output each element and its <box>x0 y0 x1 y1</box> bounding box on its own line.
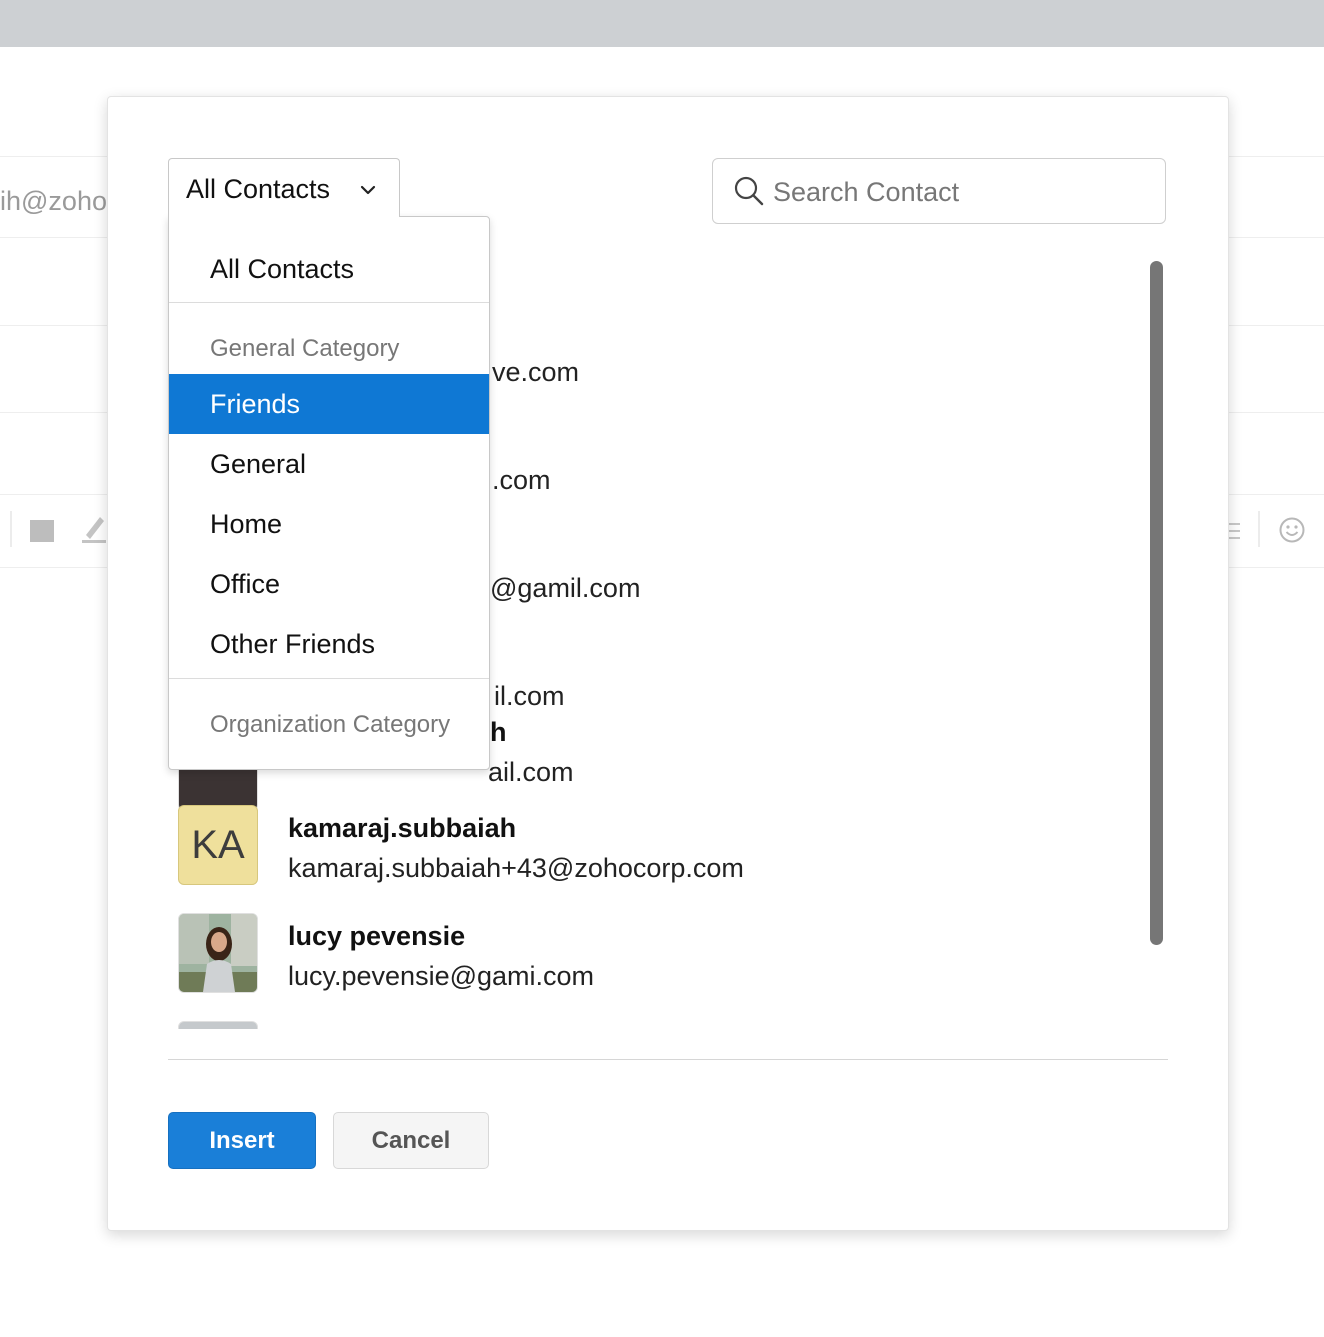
footer-divider <box>168 1059 1168 1060</box>
contact-avatar-photo <box>178 913 258 993</box>
contact-name: kamaraj.subbaiah <box>288 813 517 843</box>
dropdown-selected-label: All Contacts <box>186 174 331 204</box>
menu-item-friends[interactable]: Friends <box>169 374 489 434</box>
emoji-icon[interactable] <box>1279 517 1305 543</box>
toolbar-separator <box>10 511 12 547</box>
menu-item-all-contacts[interactable]: All Contacts <box>169 239 489 299</box>
contact-name: h <box>490 717 507 747</box>
search-icon <box>734 176 764 206</box>
menu-category-organization: Organization Category <box>210 711 451 738</box>
menu-item-other-friends[interactable]: Other Friends <box>169 614 489 674</box>
contact-list-scrollbar[interactable] <box>1150 261 1163 945</box>
cancel-button[interactable]: Cancel <box>333 1112 489 1169</box>
menu-divider <box>169 678 489 679</box>
insert-contact-dialog: ve.com .com @gamil.com il.com h ail.com … <box>107 96 1229 1231</box>
menu-category-general: General Category <box>210 335 400 362</box>
contact-avatar-photo <box>178 1021 258 1029</box>
chevron-down-icon <box>360 185 376 195</box>
contact-avatar-initials: KA <box>178 805 258 885</box>
contact-email: kamaraj.subbaiah+43@zohocorp.com <box>288 853 744 883</box>
toolbar-separator <box>1258 511 1260 547</box>
color-square-icon[interactable] <box>30 520 54 542</box>
search-box[interactable] <box>712 158 1166 224</box>
pen-icon[interactable] <box>82 513 106 543</box>
contact-item[interactable] <box>168 1021 1068 1029</box>
contact-item-lucy[interactable]: lucy pevensie lucy.pevensie@gami.com <box>168 913 1068 995</box>
contact-email: ail.com <box>488 757 574 787</box>
contact-email: lucy.pevensie@gami.com <box>288 961 595 991</box>
contact-item-kamaraj[interactable]: KA kamaraj.subbaiah kamaraj.subbaiah+43@… <box>168 805 1068 887</box>
contact-email: ve.com <box>492 357 580 387</box>
contact-email: @gamil.com <box>490 573 641 603</box>
menu-item-general[interactable]: General <box>169 434 489 494</box>
contact-group-dropdown[interactable]: All Contacts <box>168 158 400 217</box>
background-email-text: ih@zoho <box>0 186 107 216</box>
insert-button[interactable]: Insert <box>168 1112 316 1169</box>
menu-item-home[interactable]: Home <box>169 494 489 554</box>
contact-group-menu: All Contacts General Category Friends Ge… <box>168 216 490 770</box>
top-bar <box>0 0 1324 47</box>
contact-email: .com <box>492 465 551 495</box>
search-input[interactable] <box>771 169 1155 215</box>
menu-divider <box>169 302 489 303</box>
menu-item-office[interactable]: Office <box>169 554 489 614</box>
contact-name: lucy pevensie <box>288 921 466 951</box>
